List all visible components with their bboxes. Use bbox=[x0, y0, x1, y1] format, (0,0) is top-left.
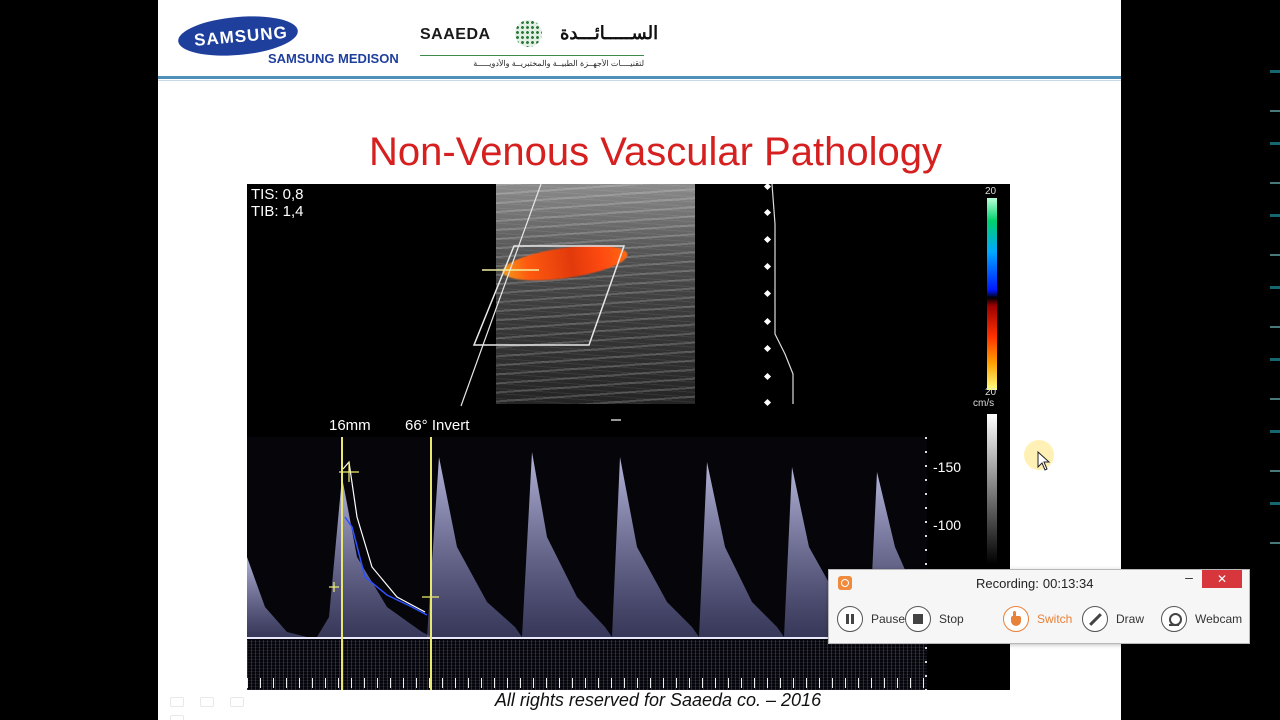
close-button[interactable]: ✕ bbox=[1202, 570, 1242, 588]
pause-icon bbox=[837, 606, 863, 632]
velocity-unit: cm/s bbox=[973, 398, 995, 409]
color-velocity-bar bbox=[987, 198, 997, 390]
saaeda-arabic-text: الســـــائـــدة bbox=[560, 23, 659, 43]
stop-label: Stop bbox=[939, 612, 964, 626]
saaeda-tagline: لتقنيــــات الأجهــزة الطبيــة والمختبري… bbox=[473, 59, 644, 68]
saaeda-divider bbox=[420, 55, 644, 56]
colorbar-top-label: 20 bbox=[985, 186, 997, 197]
slide-title: Non-Venous Vascular Pathology bbox=[369, 130, 942, 174]
colorbar-bottom-label: 20 bbox=[985, 387, 997, 398]
draw-icon bbox=[1082, 606, 1108, 632]
header-divider-thin bbox=[158, 80, 1121, 81]
scale-label-100: -100 bbox=[933, 517, 962, 533]
header-divider bbox=[158, 76, 1121, 79]
webcam-label: Webcam bbox=[1195, 612, 1243, 626]
samsung-medison-text: SAMSUNG MEDISON bbox=[268, 51, 399, 66]
minimize-button[interactable]: – bbox=[1180, 570, 1198, 588]
webcam-button[interactable]: Webcam bbox=[1161, 605, 1242, 633]
stop-button[interactable]: Stop bbox=[905, 605, 964, 633]
saaeda-logo-text: SAAEDA bbox=[420, 26, 491, 43]
scale-label-150: -150 bbox=[933, 459, 962, 475]
pen-icon[interactable] bbox=[200, 697, 214, 707]
pause-button[interactable]: Pause bbox=[837, 605, 905, 633]
recorder-logo-icon bbox=[838, 576, 852, 590]
recording-label: Recording: bbox=[976, 576, 1039, 591]
velocity-scale bbox=[925, 437, 927, 690]
switch-label: Switch bbox=[1037, 612, 1073, 626]
spectrum-baseline bbox=[247, 637, 927, 639]
switch-icon bbox=[1003, 606, 1029, 632]
slide-controls bbox=[170, 694, 280, 720]
sample-box-overlay bbox=[460, 184, 794, 421]
depth-scale bbox=[762, 184, 774, 409]
spectral-waveform bbox=[247, 452, 927, 637]
previous-slide-icon[interactable] bbox=[170, 697, 184, 707]
next-slide-icon[interactable] bbox=[170, 715, 184, 720]
mouse-cursor-icon bbox=[1037, 451, 1051, 471]
recording-time: 00:13:34 bbox=[1042, 576, 1094, 591]
recording-toolbar: Recording: 00:13:34 – ✕ Pause Stop Switch… bbox=[828, 569, 1250, 644]
draw-label: Draw bbox=[1116, 612, 1145, 626]
time-scale bbox=[247, 678, 927, 688]
angle-readout: 66° Invert bbox=[405, 417, 470, 434]
draw-button[interactable]: Draw bbox=[1082, 605, 1144, 633]
background-window-edge bbox=[1270, 40, 1280, 560]
slides-menu-icon[interactable] bbox=[230, 697, 244, 707]
switch-button[interactable]: Switch bbox=[1003, 605, 1072, 633]
pause-label: Pause bbox=[871, 612, 906, 626]
caliper-line-start bbox=[341, 437, 343, 690]
doppler-spectrum bbox=[247, 437, 927, 690]
gate-size-readout: 16mm bbox=[329, 417, 371, 434]
gray-scale-bar bbox=[987, 414, 997, 564]
slide-footer: All rights reserved for Saaeda co. – 201… bbox=[494, 690, 822, 710]
saaeda-globe-icon bbox=[515, 20, 542, 47]
stop-icon bbox=[905, 606, 931, 632]
caliper-line-end bbox=[430, 437, 432, 690]
webcam-icon bbox=[1161, 606, 1187, 632]
slide-header: SAMSUNG SAMSUNG MEDISON SAAEDA الســـــا… bbox=[158, 0, 1121, 78]
recording-status: Recording: 00:13:34 bbox=[976, 576, 1093, 591]
